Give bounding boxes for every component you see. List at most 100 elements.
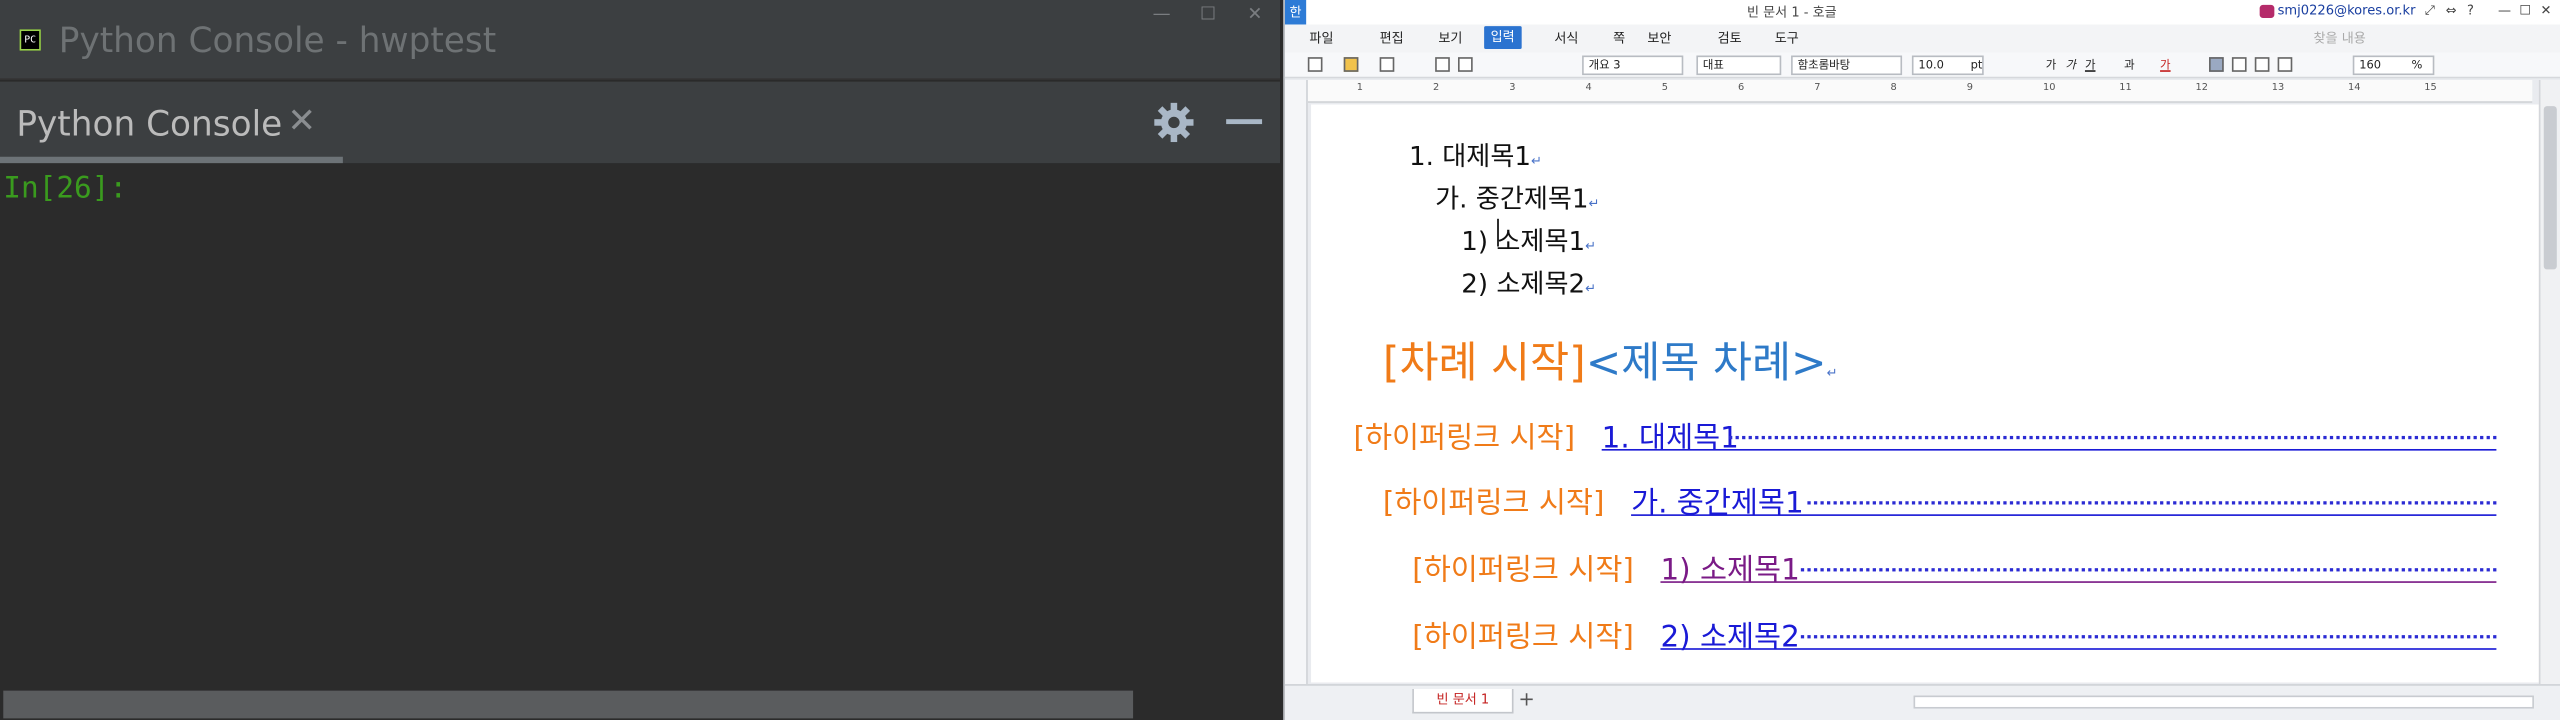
open-folder-icon[interactable] — [1343, 57, 1359, 72]
minimize-window-button[interactable]: — — [1153, 3, 1171, 24]
python-console-window: PC Python Console - hwptest — ☐ ✕ Python… — [0, 0, 1281, 720]
menu-file[interactable]: 파일 — [1309, 29, 1333, 47]
ruler-number: 8 — [1890, 81, 1897, 94]
ruler-number: 1 — [1356, 81, 1364, 94]
menu-bar: 파일 편집 보기 입력 서식 쪽 보안 검토 도구 찾을 내용 — [1284, 24, 2560, 53]
toc-start-field[interactable]: [차례 시작]<제목 차례>↵ — [1383, 330, 1838, 390]
font-color-button[interactable]: 가 — [2160, 57, 2171, 73]
heading-level-3-second: 2) 소제목2↵ — [1461, 267, 1597, 299]
align-justify-icon[interactable] — [2209, 57, 2224, 72]
menu-review[interactable]: 검토 — [1718, 29, 1742, 47]
hyperlink-start-tag: [하이퍼링크 시작] — [1412, 620, 1634, 655]
style-select[interactable]: 개요 3 — [1582, 55, 1684, 76]
toc-entry[interactable]: [하이퍼링크 시작] 가. 중간제목1 — [1383, 480, 2497, 521]
pycharm-logo-icon: PC — [19, 29, 41, 51]
ruler-number: 10 — [2042, 81, 2056, 94]
ruler-number: 6 — [1738, 81, 1745, 94]
tab-python-console[interactable]: Python Console ✕ — [0, 82, 343, 164]
toc-entry[interactable]: [하이퍼링크 시작] 1. 대제목1 — [1354, 415, 2497, 456]
menu-search-input[interactable]: 찾을 내용 — [2314, 29, 2366, 47]
scrollbar-thumb[interactable] — [2543, 106, 2557, 270]
expand-icon[interactable]: ⇔ — [2446, 3, 2457, 18]
hwp-app-icon[interactable]: 한 — [1284, 0, 1307, 25]
user-account[interactable]: smj0226@kores.or.kr — [2278, 3, 2416, 18]
menu-view[interactable]: 보기 — [1438, 29, 1462, 47]
italic-button[interactable]: 가 — [2065, 57, 2076, 73]
bold-button[interactable]: 가 — [2046, 57, 2057, 73]
tab-close-icon[interactable]: ✕ — [287, 101, 316, 140]
close-window-button[interactable]: ✕ — [1247, 3, 1262, 24]
toc-entry[interactable]: [하이퍼링크 시작] 2) 소제목2 — [1412, 614, 2497, 655]
toc-leader-dots — [1800, 568, 2497, 572]
hide-panel-icon[interactable] — [1226, 119, 1263, 125]
menu-security[interactable]: 보안 — [1647, 29, 1671, 47]
ruler-number: 14 — [2347, 81, 2361, 94]
vertical-scrollbar[interactable] — [2538, 80, 2560, 685]
toc-entry[interactable]: [하이퍼링크 시작] 1) 소제목1 — [1412, 547, 2497, 588]
document-page[interactable]: 1. 대제목1↵ 가. 중간제목1↵ 1) 소제목1↵ 2) 소제목2↵ [차례… — [1311, 104, 2539, 683]
toc-leader-dots — [1800, 635, 2497, 639]
toc-leader-dots — [1807, 501, 2497, 505]
hyperlink-start-tag: [하이퍼링크 시작] — [1382, 486, 1605, 521]
hwp-window: 한 빈 문서 1 - 호글 smj0226@kores.or.kr ⤢ ⇔ ? … — [1283, 0, 2560, 720]
ruler-number: 2 — [1433, 81, 1440, 94]
ruler-number: 11 — [2119, 81, 2132, 94]
fullscreen-icon[interactable]: ⤢ — [2425, 3, 2435, 19]
add-document-tab-button[interactable]: + — [1518, 687, 1534, 710]
ruler-number: 12 — [2195, 81, 2208, 94]
toc-link-underline — [1660, 581, 2497, 583]
align-right-icon[interactable] — [2277, 57, 2293, 72]
align-center-icon[interactable] — [2254, 57, 2270, 72]
document-tab[interactable]: 빈 문서 1 — [1412, 688, 1514, 714]
user-account-icon — [2259, 4, 2275, 18]
horizontal-scrollbar[interactable] — [0, 688, 1281, 720]
ruler-number: 9 — [1966, 81, 1973, 94]
heading-level-2: 가. 중간제목1↵ — [1435, 182, 1600, 214]
console-window-title: Python Console - hwptest — [58, 21, 497, 61]
heading-level-3-first: 1) 소제목1↵ — [1461, 218, 1596, 258]
maximize-window-button[interactable]: ☐ — [2519, 3, 2531, 18]
help-icon[interactable]: ? — [2467, 3, 2474, 18]
console-tab-bar: Python Console ✕ — [0, 81, 1281, 164]
scrollbar-thumb[interactable] — [3, 690, 1134, 719]
preview-icon[interactable] — [1458, 57, 1473, 72]
toc-entry-link[interactable]: 1. 대제목1 — [1602, 415, 1739, 457]
toc-leader-dots — [1729, 435, 2497, 440]
new-document-icon[interactable] — [1307, 57, 1323, 72]
vertical-ruler[interactable] — [1284, 80, 1308, 685]
toc-entry-link[interactable]: 가. 중간제목1 — [1631, 480, 1804, 522]
horizontal-scrollbar[interactable] — [1913, 695, 2534, 709]
menu-format[interactable]: 서식 — [1554, 29, 1578, 47]
toc-link-underline — [1601, 448, 2497, 451]
hyperlink-start-tag: [하이퍼링크 시작] — [1412, 553, 1634, 588]
align-left-icon[interactable] — [2231, 57, 2247, 72]
menu-tools[interactable]: 도구 — [1775, 29, 1799, 47]
tab-label: Python Console — [16, 104, 283, 144]
gear-icon[interactable] — [1153, 101, 1195, 143]
char-shadow-button[interactable]: 과 — [2124, 57, 2135, 73]
minimize-window-button[interactable]: — — [2498, 3, 2511, 18]
toc-entry-link[interactable]: 1) 소제목1 — [1660, 547, 1799, 589]
heading-level-1: 1. 대제목1↵ — [1409, 140, 1542, 172]
menu-edit[interactable]: 편집 — [1380, 29, 1404, 47]
font-size-unit: pt — [1970, 58, 1983, 72]
maximize-window-button[interactable]: ☐ — [1200, 3, 1216, 24]
underline-button[interactable]: 가 — [2085, 57, 2096, 73]
ruler-number: 5 — [1661, 81, 1669, 94]
console-prompt: In[26]: — [3, 171, 128, 206]
console-output-area[interactable]: In[26]: — [0, 163, 1281, 689]
horizontal-ruler[interactable]: 1 2 3 4 5 6 7 8 9 10 11 12 13 14 15 — [1307, 80, 2533, 103]
ruler-number: 3 — [1509, 81, 1516, 94]
console-title-bar: PC Python Console - hwptest — ☐ ✕ — [0, 0, 1281, 81]
menu-page[interactable]: 쪽 — [1613, 29, 1625, 47]
close-window-button[interactable]: ✕ — [2540, 3, 2551, 18]
menu-insert[interactable]: 입력 — [1484, 26, 1522, 49]
print-icon[interactable] — [1435, 57, 1450, 72]
toc-entry-link[interactable]: 2) 소제목2 — [1660, 614, 1799, 656]
hyperlink-start-tag: [하이퍼링크 시작] — [1353, 421, 1576, 456]
save-icon[interactable] — [1379, 57, 1395, 72]
paragraph-shape-select[interactable]: 대표 — [1696, 55, 1782, 76]
font-select[interactable]: 함초롬바탕 — [1791, 55, 1903, 76]
hwp-window-title: 빈 문서 1 - 호글 — [1746, 4, 1837, 20]
toc-link-underline — [1660, 648, 2497, 650]
